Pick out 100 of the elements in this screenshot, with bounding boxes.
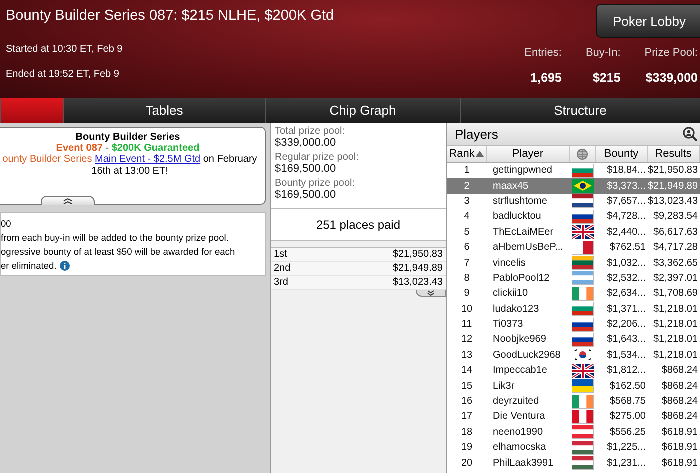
bounty-cell-text: $2,634...: [606, 288, 647, 300]
pool-label: Bounty prize pool:: [275, 178, 356, 189]
result-cell-text: $2,397.01: [652, 272, 699, 284]
stat-value: $215: [592, 71, 621, 85]
tab[interactable]: Chip Graph: [265, 98, 460, 123]
pool-label: Total prize pool:: [275, 126, 346, 137]
payout-place: 3rd: [274, 277, 288, 288]
tab[interactable]: Structure: [460, 98, 700, 123]
tab[interactable]: Tables: [63, 98, 265, 123]
player-row[interactable]: 1 gettingpwned $18,84... $21,950.83: [447, 163, 700, 178]
player-row[interactable]: 20 PhilLaak3991 $1,231... $618.91: [447, 455, 700, 471]
info-text: er eliminated.: [1, 261, 261, 271]
flag-icon: [572, 456, 594, 470]
payout-place: 2nd: [274, 263, 291, 274]
flag-icon: [572, 256, 594, 270]
flag-icon: [572, 164, 594, 178]
player-row[interactable]: 4 badlucktou $4,728... $9,283.54: [447, 209, 700, 225]
player-row[interactable]: 12 Noobjke969 $1,643... $1,218.01: [447, 332, 700, 348]
result-cell-text: $618.91: [660, 442, 699, 454]
main-event-link[interactable]: Main Event - $2.5M Gtd: [94, 154, 201, 165]
player-row[interactable]: 19 elhamocska $1,225... $618.91: [447, 440, 700, 456]
flag-icon: [572, 379, 594, 394]
bounty-cell-text: $1,231...: [606, 458, 647, 469]
rank-cell-text: 16: [460, 396, 474, 408]
rank-cell-text: 1: [463, 165, 471, 176]
result-cell-text: $868.24: [660, 396, 699, 408]
player-row[interactable]: 2 maax45 $3,373... $21,949.89: [447, 178, 700, 194]
player-row[interactable]: 3 strflushtome $7,657... $13,023.43: [447, 194, 700, 210]
bounty-cell-text: $1,225...: [606, 442, 647, 454]
player-row[interactable]: 15 Lik3r $162.50 $868.24: [447, 378, 700, 394]
result-cell-text: $868.24: [660, 365, 699, 376]
column-header[interactable]: Results: [648, 146, 700, 162]
result-cell-text: $1,218.01: [652, 350, 699, 361]
bounty-cell-text: $2,206...: [606, 319, 647, 330]
player-row[interactable]: 9 clickii10 $2,634... $1,708.69: [447, 286, 700, 302]
result-cell-text: $1,218.01: [652, 319, 699, 330]
result-cell-text: $618.91: [660, 458, 699, 469]
stat-label: Buy-In:: [586, 47, 621, 59]
flag-icon: [572, 210, 594, 224]
bounty-cell-text: $3,373...: [606, 180, 647, 192]
player-row[interactable]: 8 PabloPool12 $2,532... $2,397.01: [447, 270, 700, 286]
player-row[interactable]: 13 GoodLuck2968 $1,534... $1,218.01: [447, 348, 700, 364]
player-name: PabloPool12: [492, 272, 551, 284]
player-row[interactable]: 6 aHbemUsBeP... $762.51 $4,717.28: [447, 240, 700, 256]
bounty-cell-text: $2,440...: [606, 226, 647, 238]
column-header[interactable]: Bounty: [596, 146, 648, 162]
player-row[interactable]: 7 vincelis $1,032... $3,362.65: [447, 255, 700, 271]
player-row[interactable]: 18 neeno1990 $556.25 $618.91: [447, 424, 700, 440]
column-header[interactable]: Rank: [447, 146, 487, 162]
player-name: gettingpwned: [492, 165, 554, 176]
rank-cell-text: 14: [460, 365, 474, 376]
search-icon[interactable]: [682, 126, 698, 142]
player-row[interactable]: 5 ThEcLaiMEer $2,440... $6,617.63: [447, 224, 700, 240]
places-paid: 251 places paid: [271, 208, 446, 241]
pool-value: $169,500.00: [275, 163, 338, 175]
payout-amount: $13,023.43: [392, 277, 443, 288]
rank-cell-text: 18: [460, 426, 474, 438]
rank-cell-text: 6: [463, 242, 471, 254]
rank-cell-text: 13: [460, 350, 474, 361]
result-cell-text: $1,708.69: [652, 288, 699, 300]
pool-value: $169,500.00: [275, 189, 338, 201]
globe-icon[interactable]: [577, 148, 588, 160]
flag-icon: [572, 425, 594, 440]
bounty-cell-text: $275.00: [608, 411, 647, 422]
bounty-cell-text: $556.25: [608, 426, 647, 438]
result-cell-text: $6,617.63: [652, 226, 699, 238]
start-time: Started at 10:30 ET, Feb 9: [6, 44, 124, 55]
rank-cell-text: 10: [460, 304, 474, 315]
player-row[interactable]: 10 ludako123 $1,371... $1,218.01: [447, 302, 700, 317]
flag-icon: [572, 318, 594, 332]
player-row[interactable]: 11 Ti0373 $2,206... $1,218.01: [447, 316, 700, 332]
player-name: PhilLaak3991: [492, 458, 555, 469]
bounty-cell-text: $1,812...: [606, 365, 647, 376]
poker-lobby-button[interactable]: Poker Lobby: [596, 4, 700, 38]
payout-amount: $21,949.89: [392, 263, 443, 274]
bounty-cell-text: $4,728...: [606, 211, 647, 222]
player-row[interactable]: 16 deyrzuited $568.75 $868.24: [447, 394, 700, 410]
player-name: vincelis: [492, 258, 527, 269]
info-icon[interactable]: [60, 261, 70, 271]
player-name: ThEcLaiMEer: [492, 226, 555, 238]
player-name: deyrzuited: [492, 396, 540, 408]
player-name: Ti0373: [492, 319, 524, 330]
flag-icon: [572, 348, 594, 362]
rank-cell-text: 12: [460, 334, 474, 346]
sort-icon: [476, 151, 484, 157]
stat-label: Prize Pool:: [644, 47, 698, 59]
result-cell-text: $868.24: [660, 380, 699, 392]
pool-value: $339,000.00: [275, 137, 338, 149]
expand-handle[interactable]: [416, 290, 446, 297]
player-row[interactable]: 17 Die Ventura $275.00 $868.24: [447, 409, 700, 425]
players-title: Players: [455, 126, 498, 142]
player-name: badlucktou: [492, 211, 542, 222]
bounty-cell-text: $1,371...: [606, 304, 647, 315]
flag-icon: [572, 364, 594, 378]
column-header[interactable]: Player: [487, 146, 570, 162]
rank-cell-text: 11: [460, 319, 474, 330]
collapse-handle[interactable]: [41, 196, 95, 205]
bounty-cell-text: $1,032...: [606, 258, 647, 269]
flag-icon: [572, 410, 594, 424]
player-name: clickii10: [492, 288, 530, 300]
